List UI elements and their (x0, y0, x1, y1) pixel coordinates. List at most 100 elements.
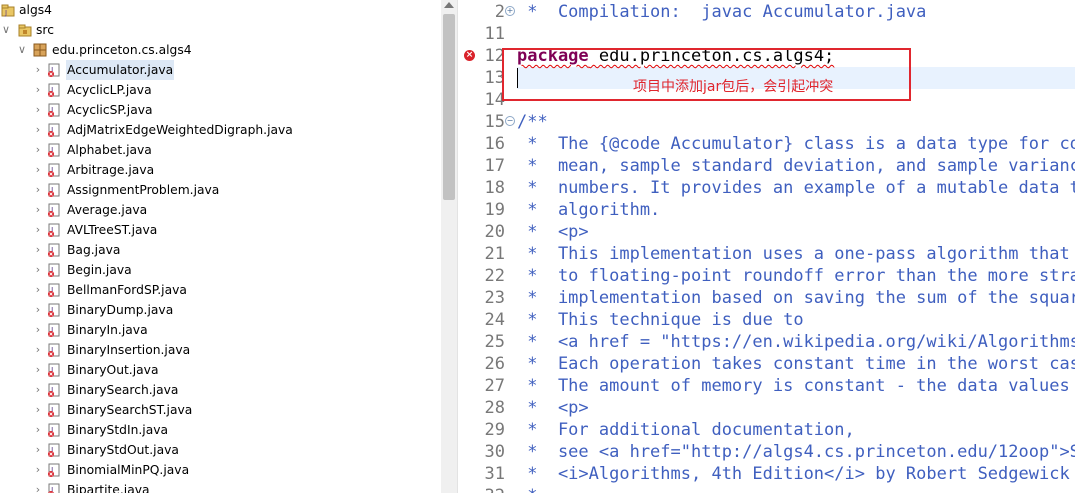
chevron-right-icon[interactable]: › (33, 440, 43, 460)
file-label: AssignmentProblem.java (67, 183, 220, 197)
code-text: * This technique is due to (517, 310, 804, 330)
code-text: * numbers. It provides an example of a m… (517, 178, 1075, 198)
file-label: Accumulator.java (66, 60, 175, 80)
chevron-right-icon[interactable]: › (33, 140, 43, 160)
file-label: BinomialMinPQ.java (67, 463, 190, 477)
java-file-error-icon: J (47, 103, 61, 117)
line-number: 21 (484, 244, 505, 264)
file-label: AVLTreeST.java (67, 223, 158, 237)
java-file-error-icon: J (47, 383, 61, 397)
chevron-down-icon[interactable]: ∨ (1, 20, 11, 40)
java-file-error-icon: J (47, 263, 61, 277)
chevron-right-icon[interactable]: › (33, 320, 43, 340)
file-label: BellmanFordSP.java (67, 283, 187, 297)
java-file-error-icon: J (47, 463, 61, 477)
code-line: 25 * <a href = "https://en.wikipedia.org… (463, 331, 1075, 353)
java-file-error-icon: J (47, 283, 61, 297)
src-folder-label: src (36, 23, 54, 37)
package-explorer: J algs4 ∨ src ∨ edu.princeton.cs.algs4 ›… (0, 0, 441, 493)
code-text: * <p> (517, 222, 589, 242)
scrollbar-thumb[interactable] (443, 14, 455, 200)
line-number: 23 (484, 288, 505, 308)
chevron-right-icon[interactable]: › (33, 340, 43, 360)
file-label: BinaryIn.java (67, 323, 148, 337)
code-line: 24 * This technique is due to (463, 309, 1075, 331)
code-text: * see <a href="http://algs4.cs.princeton… (517, 442, 1075, 462)
explorer-scrollbar[interactable] (441, 0, 457, 493)
java-file-error-icon: J (47, 163, 61, 177)
chevron-right-icon[interactable]: › (33, 240, 43, 260)
java-file-error-icon: J (47, 223, 61, 237)
chevron-right-icon[interactable]: › (33, 80, 43, 100)
line-number: 14 (484, 90, 505, 110)
error-icon[interactable]: × (464, 50, 475, 61)
line-number: 2 (494, 2, 505, 22)
scroll-up-icon[interactable] (444, 2, 454, 8)
chevron-right-icon[interactable]: › (33, 460, 43, 480)
chevron-right-icon[interactable]: › (33, 200, 43, 220)
file-label: BinarySearchST.java (67, 403, 193, 417)
line-number: 25 (484, 332, 505, 352)
chevron-right-icon[interactable]: › (33, 380, 43, 400)
line-number: 32 (463, 485, 505, 493)
chevron-right-icon[interactable]: › (33, 160, 43, 180)
chevron-right-icon[interactable]: › (33, 420, 43, 440)
code-line: 18 * numbers. It provides an example of … (463, 177, 1075, 199)
code-line: 27 * The amount of memory is constant - … (463, 375, 1075, 397)
code-line: 32 * (463, 485, 1075, 493)
chevron-right-icon[interactable]: › (33, 280, 43, 300)
chevron-right-icon[interactable]: › (33, 220, 43, 240)
line-number: 24 (484, 310, 505, 330)
chevron-down-icon[interactable]: ∨ (17, 40, 27, 60)
file-label: AcyclicLP.java (67, 83, 152, 97)
chevron-right-icon[interactable]: › (33, 100, 43, 120)
code-line: 2 + * Compilation: javac Accumulator.java (463, 1, 1075, 23)
line-number: 16 (484, 134, 505, 154)
code-text: * mean, sample standard deviation, and s… (517, 156, 1075, 176)
java-file-error-icon: J (47, 443, 61, 457)
java-file-error-icon: J (47, 483, 61, 493)
line-number: 18 (484, 178, 505, 198)
chevron-right-icon[interactable]: › (33, 180, 43, 200)
code-text: * The amount of memory is constant - the… (517, 376, 1075, 396)
line-number: 22 (484, 266, 505, 286)
chevron-right-icon[interactable]: › (33, 260, 43, 280)
code-text: * For additional documentation, (517, 420, 855, 440)
file-label: Arbitrage.java (67, 163, 155, 177)
file-label: BinaryStdOut.java (67, 443, 179, 457)
java-file-error-icon: J (47, 143, 61, 157)
fold-collapse-icon[interactable]: − (505, 116, 515, 126)
java-file-error-icon: J (47, 363, 61, 377)
java-file-error-icon: J (47, 423, 61, 437)
code-line: 15−/** (463, 111, 1075, 133)
chevron-right-icon[interactable]: › (33, 60, 43, 80)
java-file-error-icon: J (47, 403, 61, 417)
chevron-right-icon[interactable]: › (33, 400, 43, 420)
file-label: Bipartite.java (67, 483, 150, 493)
chevron-right-icon[interactable]: › (33, 300, 43, 320)
code-text: /** (517, 112, 548, 132)
code-text: * Compilation: javac Accumulator.java (517, 2, 927, 22)
java-file-error-icon: J (47, 323, 61, 337)
code-text: * <i>Algorithms, 4th Edition</i> by Robe… (517, 464, 1075, 484)
package-icon (33, 43, 47, 57)
chevron-right-icon[interactable]: › (33, 120, 43, 140)
java-file-error-icon: J (47, 203, 61, 217)
chevron-right-icon[interactable]: › (33, 480, 43, 493)
file-label: AcyclicSP.java (67, 103, 153, 117)
line-number: 30 (484, 442, 505, 462)
file-label: BinaryOut.java (67, 363, 159, 377)
line-number: 15 (484, 112, 505, 132)
file-label: Bag.java (67, 243, 121, 257)
java-file-error-icon: J (47, 83, 61, 97)
fold-expand-icon[interactable]: + (505, 6, 515, 16)
code-line: 11 (463, 23, 1075, 45)
code-line: 26 * Each operation takes constant time … (463, 353, 1075, 375)
line-number: 28 (484, 398, 505, 418)
line-number: 26 (484, 354, 505, 374)
code-line: 22 * to floating-point roundoff error th… (463, 265, 1075, 287)
code-text: * Each operation takes constant time in … (517, 354, 1075, 374)
java-project-icon: J (1, 3, 15, 17)
chevron-right-icon[interactable]: › (33, 360, 43, 380)
line-number: 20 (484, 222, 505, 242)
